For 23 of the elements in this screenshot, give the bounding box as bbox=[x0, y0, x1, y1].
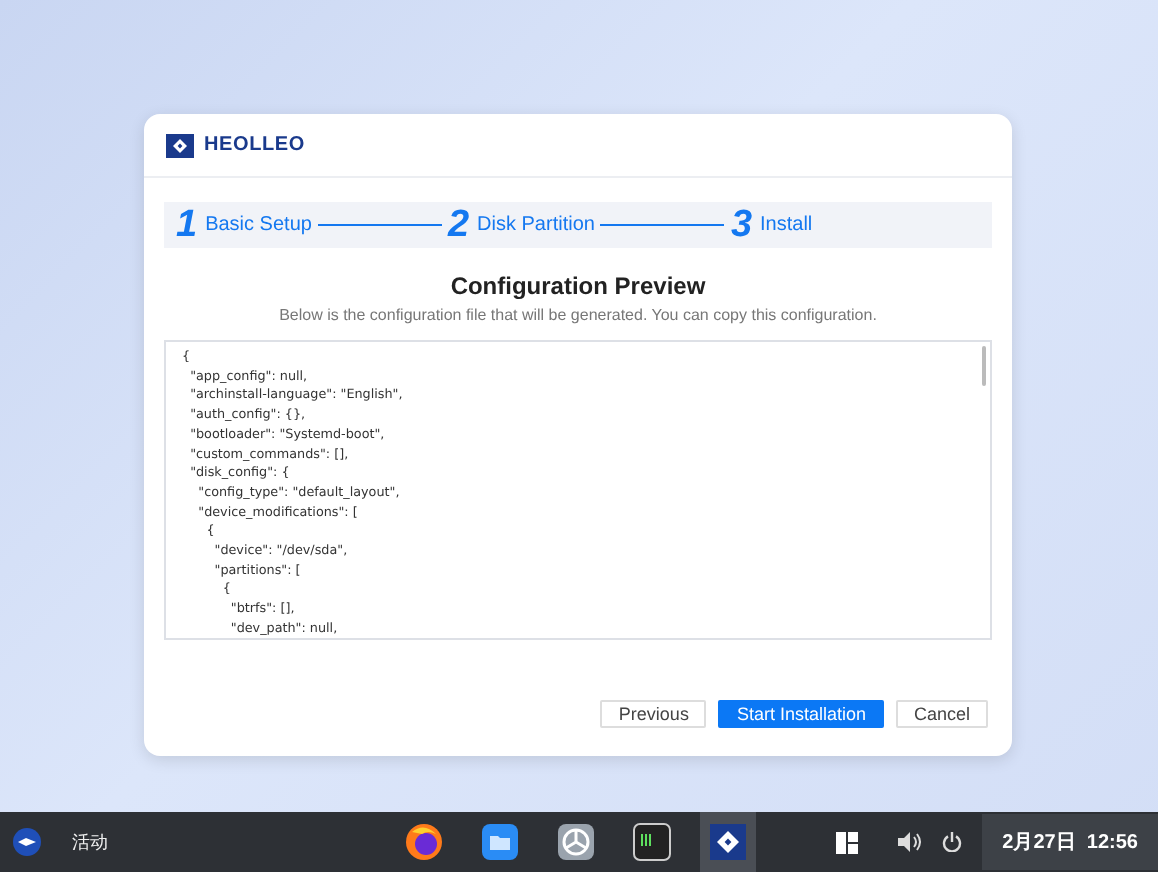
step-number: 1 bbox=[176, 206, 198, 244]
logo-text: HEOLLEO bbox=[204, 134, 305, 156]
system-menu-icon[interactable] bbox=[12, 828, 42, 856]
step-number: 3 bbox=[730, 206, 753, 244]
preview-title: Configuration Preview bbox=[448, 272, 708, 300]
step-label: Disk Partition bbox=[477, 214, 595, 236]
scrollbar-thumb[interactable] bbox=[982, 346, 986, 386]
step-connector bbox=[600, 224, 725, 226]
volume-icon[interactable] bbox=[898, 832, 923, 852]
step-label: Basic Setup bbox=[205, 214, 312, 236]
activities-label[interactable]: 活动 bbox=[72, 829, 108, 855]
installer-icon[interactable] bbox=[700, 812, 756, 872]
step-number: 2 bbox=[447, 206, 470, 244]
layout-icon[interactable] bbox=[836, 831, 859, 853]
clock[interactable]: 2月27日 12:56 bbox=[982, 814, 1158, 870]
logo-icon bbox=[166, 133, 194, 157]
dialog-button[interactable]: Cancel bbox=[895, 700, 988, 728]
power-icon[interactable] bbox=[942, 832, 963, 852]
dialog-button[interactable]: Previous bbox=[600, 700, 707, 728]
start-button[interactable]: Start Installation bbox=[718, 700, 884, 728]
preview-subtitle: Below is the configuration file that will be generated. You can copy this configuration. bbox=[277, 306, 879, 324]
step-connector bbox=[317, 224, 442, 226]
step-label: Install bbox=[760, 214, 813, 236]
